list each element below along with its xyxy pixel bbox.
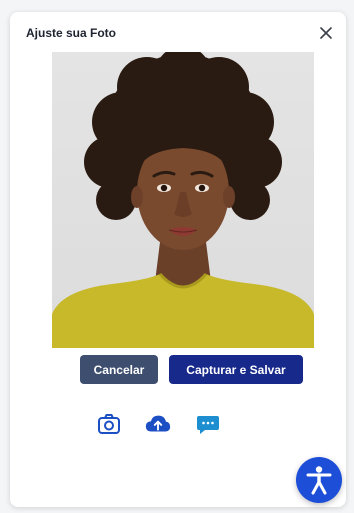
camera-icon — [98, 414, 120, 434]
chat-button[interactable] — [194, 410, 222, 438]
accessibility-icon — [306, 466, 332, 495]
photo-adjust-dialog: Ajuste sua Foto Cancelar Capturar e Salv… — [10, 12, 346, 507]
upload-button[interactable] — [144, 410, 172, 438]
close-icon — [320, 27, 332, 39]
cloud-upload-icon — [145, 415, 171, 432]
portrait-photo — [52, 52, 314, 348]
capture-and-save-button[interactable]: Capturar e Salvar — [169, 355, 303, 384]
dialog-title: Ajuste sua Foto — [26, 26, 117, 40]
chat-icon — [197, 416, 219, 434]
camera-button[interactable] — [95, 410, 123, 438]
close-button[interactable] — [316, 23, 336, 43]
portrait-illustration — [52, 52, 314, 348]
cancel-button[interactable]: Cancelar — [80, 355, 158, 384]
accessibility-button[interactable] — [296, 457, 342, 503]
